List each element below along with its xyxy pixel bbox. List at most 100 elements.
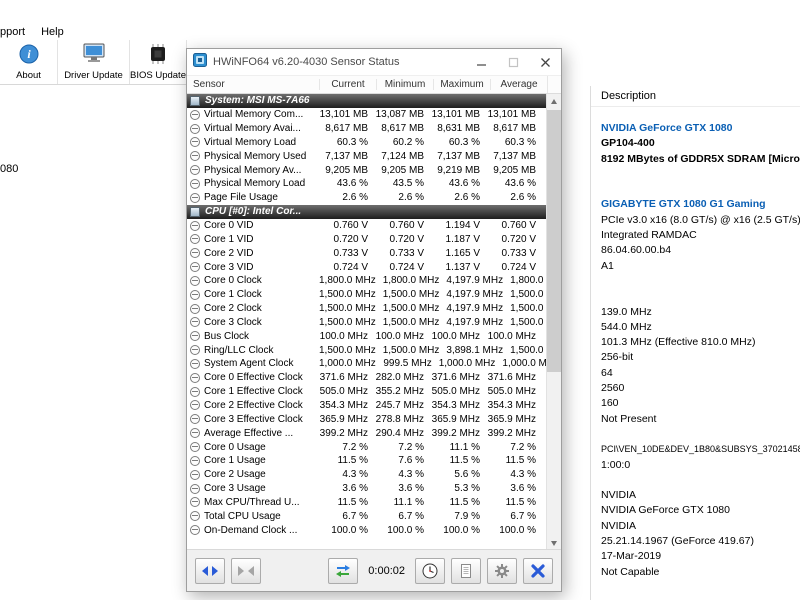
sensor-row[interactable]: Core 2 Clock 1,500.0 MHz 1,500.0 MHz 4,197.…: [187, 302, 561, 316]
reset-clock-button[interactable]: [415, 557, 445, 584]
refresh-sensors-button[interactable]: [328, 557, 359, 584]
gauge-icon: [190, 192, 200, 203]
sensor-value: 371.6 MHz: [319, 372, 368, 384]
gauge-icon: [190, 511, 200, 522]
gauge-icon: [190, 303, 200, 314]
sensor-label: Core 0 Usage: [204, 441, 266, 453]
sensor-row[interactable]: Core 3 Clock 1,500.0 MHz 1,500.0 MHz 4,197.…: [187, 316, 561, 330]
gauge-icon: [190, 358, 200, 369]
sensor-value: 4.3 %: [398, 469, 424, 481]
column-current[interactable]: Current: [319, 79, 376, 90]
sensor-row[interactable]: System Agent Clock 1,000.0 MHz 999.5 MHz 1,…: [187, 357, 561, 371]
gear-icon: [495, 563, 509, 578]
group-row[interactable]: CPU [#0]: Intel Cor...: [187, 204, 561, 219]
group-label: CPU [#0]: Intel Cor...: [205, 206, 302, 218]
sensor-row[interactable]: Bus Clock 100.0 MHz 100.0 MHz 100.0 MHz 100.…: [187, 329, 561, 343]
minimize-button[interactable]: [465, 49, 497, 75]
background-truncated-text: 080: [0, 163, 19, 175]
description-column-header[interactable]: Description: [591, 86, 800, 107]
column-minimum[interactable]: Minimum: [376, 79, 433, 90]
sensor-value: 100.0 MHz: [487, 330, 536, 342]
sensor-value: 9,205 MB: [325, 164, 368, 176]
sensor-value: 8,617 MB: [325, 123, 368, 135]
window-titlebar[interactable]: HWiNFO64 v6.20-4030 Sensor Status: [187, 49, 561, 75]
sensor-value: 354.3 MHz: [431, 399, 480, 411]
sensor-row[interactable]: Physical Memory Used 7,137 MB 7,124 MB 7,13…: [187, 149, 561, 163]
sensor-row[interactable]: Virtual Memory Com... 13,101 MB 13,087 MB 1…: [187, 108, 561, 122]
sensor-row[interactable]: Virtual Memory Load 60.3 % 60.2 % 60.3 % 60.…: [187, 136, 561, 150]
sensor-row[interactable]: Total CPU Usage 6.7 % 6.7 % 7.9 % 6.7 %: [187, 509, 561, 523]
sensor-row[interactable]: Max CPU/Thread U... 11.5 % 11.1 % 11.5 % 11.…: [187, 495, 561, 509]
sensor-rows: System: MSI MS-7A66 Virtual Memory Com...…: [187, 94, 561, 537]
maximize-button[interactable]: [497, 49, 529, 75]
scrollbar-thumb[interactable]: [547, 110, 561, 372]
column-maximum[interactable]: Maximum: [433, 79, 490, 90]
menu-item-support[interactable]: pport: [0, 26, 25, 38]
description-line: 160: [601, 397, 619, 410]
sensor-row[interactable]: Core 2 Usage 4.3 % 4.3 % 5.6 % 4.3 %: [187, 468, 561, 482]
scroll-up-button[interactable]: [547, 94, 561, 109]
sensor-value: 354.3 MHz: [487, 399, 536, 411]
sensor-label: Physical Memory Av...: [204, 164, 302, 176]
sensor-label: Core 1 Effective Clock: [204, 386, 303, 398]
driver-update-button[interactable]: Driver Update: [58, 40, 130, 84]
sensor-value: 100.0 MHz: [375, 330, 424, 342]
group-row[interactable]: System: MSI MS-7A66: [187, 94, 561, 108]
close-sensors-button[interactable]: [523, 557, 553, 584]
expand-columns-button[interactable]: [195, 557, 225, 584]
sensor-value: 4,197.9 MHz: [446, 316, 504, 328]
sensor-name-cell: Core 2 Clock: [187, 303, 319, 314]
sensor-row[interactable]: Core 2 Effective Clock 354.3 MHz 245.7 MHz…: [187, 399, 561, 413]
sensor-name-cell: Core 3 Clock: [187, 317, 319, 328]
sensor-value: 60.2 %: [392, 136, 424, 148]
sensor-row[interactable]: Core 0 Clock 1,800.0 MHz 1,800.0 MHz 4,197.…: [187, 274, 561, 288]
sensor-name-cell: Core 1 Effective Clock: [187, 386, 319, 397]
sensor-row[interactable]: Core 3 Effective Clock 365.9 MHz 278.8 MHz…: [187, 412, 561, 426]
description-line: GP104-400: [601, 137, 655, 150]
vertical-scrollbar[interactable]: [546, 94, 561, 551]
sensor-row[interactable]: Physical Memory Load 43.6 % 43.5 % 43.6 % 43…: [187, 177, 561, 191]
sensor-row[interactable]: Physical Memory Av... 9,205 MB 9,205 MB 9,2…: [187, 163, 561, 177]
sensor-row[interactable]: On-Demand Clock ... 100.0 % 100.0 % 100.0 %…: [187, 523, 561, 537]
sensor-row[interactable]: Core 1 Effective Clock 505.0 MHz 355.2 MHz…: [187, 385, 561, 399]
settings-button[interactable]: [487, 557, 517, 584]
sensor-row[interactable]: Virtual Memory Avai... 8,617 MB 8,617 MB 8,…: [187, 122, 561, 136]
sensor-row[interactable]: Core 1 VID 0.720 V 0.720 V 1.187 V 0.720 V: [187, 232, 561, 246]
sensor-value: 1,500.0 MHz: [319, 303, 376, 315]
hwinfo-app-icon: [193, 52, 207, 72]
description-line: 101.3 MHz (Effective 810.0 MHz): [601, 336, 756, 349]
sensor-row[interactable]: Core 2 VID 0.733 V 0.733 V 1.165 V 0.733 V: [187, 246, 561, 260]
sensor-value: 1,500.0 MHz: [319, 316, 376, 328]
sensor-row[interactable]: Core 1 Usage 11.5 % 7.6 % 11.5 % 11.5 %: [187, 454, 561, 468]
close-button[interactable]: [529, 49, 561, 75]
sensor-row[interactable]: Core 3 VID 0.724 V 0.724 V 1.137 V 0.724 V: [187, 260, 561, 274]
collapse-columns-button[interactable]: [231, 557, 261, 584]
group-icon: [190, 206, 200, 217]
sensor-value: 60.3 %: [336, 136, 368, 148]
column-average[interactable]: Average: [490, 79, 547, 90]
sensor-row[interactable]: Core 0 Usage 7.2 % 7.2 % 11.1 % 7.2 %: [187, 440, 561, 454]
triangle-up-icon: [551, 99, 557, 104]
sensor-value: 8,631 MB: [437, 123, 480, 135]
column-sensor[interactable]: Sensor: [187, 79, 319, 90]
sensor-value: 0.720 V: [501, 233, 536, 245]
sensor-value: 4.3 %: [510, 469, 536, 481]
sensor-name-cell: Core 3 VID: [187, 262, 319, 273]
sensor-row[interactable]: Ring/LLC Clock 1,500.0 MHz 1,500.0 MHz 3,89…: [187, 343, 561, 357]
sensor-row[interactable]: Core 1 Clock 1,500.0 MHz 1,500.0 MHz 4,197.…: [187, 288, 561, 302]
sensor-value: 6.7 %: [398, 510, 424, 522]
logging-button[interactable]: [451, 557, 481, 584]
sensor-row[interactable]: Page File Usage 2.6 % 2.6 % 2.6 % 2.6 %: [187, 191, 561, 205]
sensor-value: 245.7 MHz: [375, 399, 424, 411]
sensor-row[interactable]: Average Effective ... 399.2 MHz 290.4 MHz 3…: [187, 426, 561, 440]
bios-update-button[interactable]: BIOS Update: [130, 40, 187, 84]
menu-item-help[interactable]: Help: [41, 26, 64, 38]
about-button[interactable]: i About: [0, 40, 58, 84]
sensor-row[interactable]: Core 3 Usage 3.6 % 3.6 % 5.3 % 3.6 %: [187, 482, 561, 496]
sensor-label: Virtual Memory Com...: [204, 109, 304, 121]
sensor-row[interactable]: Core 0 VID 0.760 V 0.760 V 1.194 V 0.760 V: [187, 219, 561, 233]
sensor-row[interactable]: Core 0 Effective Clock 371.6 MHz 282.0 MHz…: [187, 371, 561, 385]
table-column-header: Sensor Current Minimum Maximum Average: [187, 75, 561, 94]
sensor-value: 60.3 %: [448, 136, 480, 148]
group-label: System: MSI MS-7A66: [205, 95, 310, 107]
